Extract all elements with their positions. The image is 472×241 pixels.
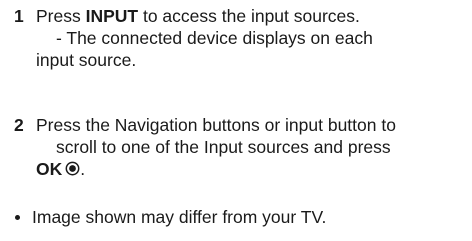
note-item: Image shown may differ from your TV. (14, 206, 326, 228)
step-2: 2 Press the Navigation buttons or input … (14, 114, 470, 180)
step-1-instruction: Press INPUT to access the input sources. (36, 5, 470, 27)
step-2-line-2: scroll to one of the Input sources and p… (56, 137, 391, 157)
step-2-line: 2 Press the Navigation buttons or input … (14, 114, 470, 136)
step-number: 1 (14, 6, 24, 26)
step-1-suffix: to access the input sources. (138, 6, 360, 26)
step-2-end-punct: . (80, 159, 86, 179)
step-1: 1 Press INPUT to access the input source… (14, 5, 470, 71)
step-number: 2 (14, 115, 24, 135)
ok-button-label: OK (36, 159, 63, 179)
ok-button-icon (65, 161, 80, 176)
step-2-line-3: OK. (14, 158, 470, 180)
step-1-sub-note: - The connected device displays on each … (14, 27, 470, 71)
step-2-line-1: Press the Navigation buttons or input bu… (36, 115, 396, 135)
step-1-sub-line-1: - The connected device displays on each (56, 28, 373, 48)
step-1-prefix: Press (36, 6, 86, 26)
step-1-line: 1 Press INPUT to access the input source… (14, 5, 470, 27)
input-button-label: INPUT (85, 6, 139, 26)
step-1-sub-line-2: input source. (36, 50, 137, 70)
note-text: Image shown may differ from your TV. (32, 207, 327, 227)
